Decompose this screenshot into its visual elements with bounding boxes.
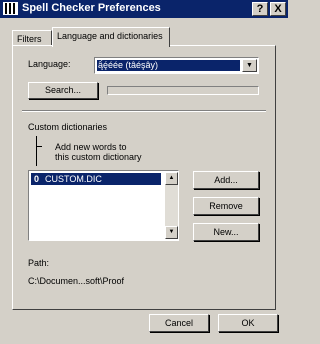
path-label: Path: [28,258,50,268]
language-label: Language: [28,59,71,69]
remove-button[interactable]: Remove [193,197,259,215]
vertical-scrollbar[interactable]: ▲ ▼ [165,172,178,239]
dictionary-list[interactable]: 0 CUSTOM.DIC ▲ ▼ [28,170,179,241]
search-progress-bar [107,86,259,95]
language-dropdown[interactable]: ą̂̀ȩ́éée (tâéşây) ▼ [94,57,259,74]
add-words-connector-tick [36,146,42,147]
list-item-name: CUSTOM.DIC [45,174,102,184]
separator [22,110,266,112]
custom-dictionaries-label: Custom dictionaries [28,122,108,132]
add-words-label: Add new words to this custom dictionary [55,142,142,162]
cancel-button[interactable]: Cancel [149,314,209,332]
tab-language-and-dictionaries[interactable]: Language and dictionaries [52,27,170,47]
chevron-down-icon[interactable]: ▼ [242,59,257,72]
search-button[interactable]: Search... [28,82,98,99]
list-item-index: 0 [34,174,40,184]
language-selected-value: ą̂̀ȩ́éée (tâéşây) [97,60,240,71]
help-button[interactable]: ? [252,2,268,16]
new-button[interactable]: New... [193,223,259,241]
ok-button[interactable]: OK [218,314,278,332]
add-button[interactable]: Add... [193,171,259,189]
scroll-down-icon[interactable]: ▼ [165,226,178,239]
app-icon [3,2,18,15]
tab-filters[interactable]: Filters [12,30,52,46]
window-title: Spell Checker Preferences [22,2,161,14]
scroll-up-icon[interactable]: ▲ [165,172,178,185]
list-item[interactable]: 0 CUSTOM.DIC [31,173,161,185]
close-button[interactable]: X [270,2,286,16]
add-words-connector [36,136,37,166]
path-value: C:\Documen...soft\Proof [28,276,125,286]
